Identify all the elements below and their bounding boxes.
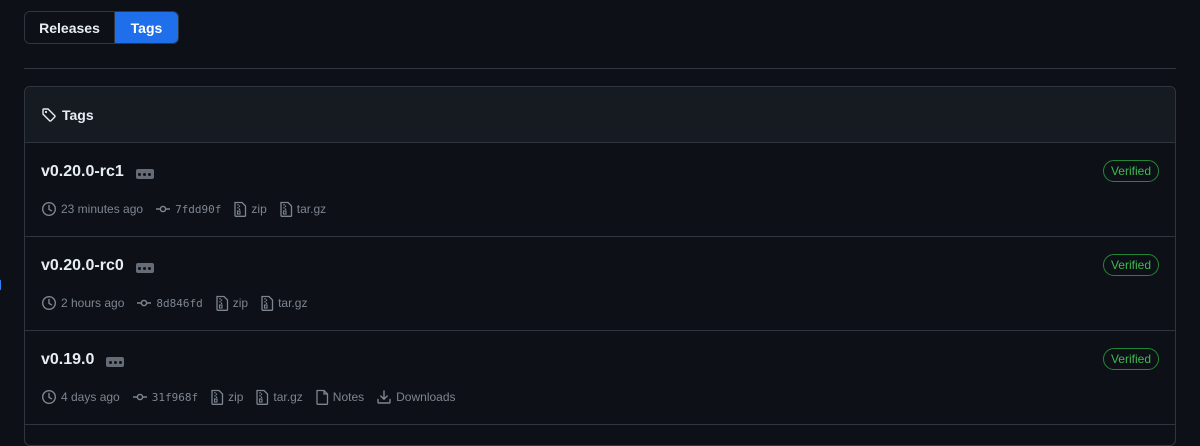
clock-icon [41, 389, 57, 405]
tag-name-link[interactable]: v0.20.0-rc0 [41, 257, 124, 275]
tag-name-link[interactable]: v0.19.0 [41, 351, 94, 369]
tags-box-header: Tags [25, 87, 1175, 143]
zip-label: zip [232, 296, 249, 310]
git-commit-icon [137, 299, 152, 307]
tag-time-text: 2 hours ago [61, 296, 125, 310]
tag-title-line: v0.20.0-rc1 [41, 163, 154, 181]
tag-row: v0.19.0 Verified 4 days ago 31f968f zip … [25, 331, 1175, 425]
tag-meta: 4 days ago 31f968f zip tar.gz Notes Down… [41, 389, 468, 405]
targz-label: tar.gz [296, 202, 327, 216]
verified-badge[interactable]: Verified [1102, 348, 1159, 370]
download-icon [377, 390, 391, 404]
tags-box: Tags v0.20.0-rc1 Verified 23 minutes ago… [24, 86, 1176, 446]
targz-label: tar.gz [273, 390, 303, 404]
release-notes-link[interactable]: Notes [315, 389, 364, 405]
targz-label: tar.gz [278, 296, 308, 310]
commit-sha: 31f968f [151, 390, 199, 404]
git-commit-icon [132, 393, 147, 401]
file-zip-icon [256, 389, 269, 405]
section-divider [24, 68, 1176, 69]
edge-marker [0, 280, 3, 290]
zip-label: zip [228, 390, 244, 404]
expand-ellipsis-button[interactable] [106, 357, 125, 367]
tag-meta: 2 hours ago 8d846fd zip tar.gz [41, 295, 319, 311]
tag-time: 4 days ago [41, 389, 120, 405]
notes-label: Notes [332, 390, 365, 404]
git-commit-icon [156, 205, 171, 213]
targz-download-link[interactable]: tar.gz [279, 201, 326, 217]
downloads-link[interactable]: Downloads [376, 389, 456, 405]
expand-ellipsis-button[interactable] [135, 263, 154, 273]
tag-title-line: v0.19.0 [41, 351, 125, 369]
verified-badge[interactable]: Verified [1102, 254, 1159, 276]
clock-icon [41, 201, 57, 217]
file-zip-icon [211, 389, 224, 405]
commit-link[interactable]: 8d846fd [136, 295, 203, 311]
zip-label: zip [251, 202, 267, 216]
file-zip-icon [280, 201, 292, 217]
tag-time-text: 23 minutes ago [61, 202, 144, 216]
tag-row: v0.20.0-rc0 Verified 2 hours ago 8d846fd… [25, 237, 1175, 331]
zip-download-link[interactable]: zip [210, 389, 243, 405]
tag-time: 23 minutes ago [41, 201, 143, 217]
commit-link[interactable]: 7fdd90f [155, 201, 221, 217]
zip-download-link[interactable]: zip [215, 295, 248, 311]
file-zip-icon [261, 295, 274, 311]
zip-download-link[interactable]: zip [233, 201, 267, 217]
file-icon [316, 389, 328, 405]
file-zip-icon [215, 295, 228, 311]
tag-time: 2 hours ago [41, 295, 124, 311]
tags-box-title: Tags [62, 106, 94, 123]
tag-name-link[interactable]: v0.20.0-rc1 [41, 163, 124, 181]
releases-tags-toggle: Releases Tags [24, 11, 179, 44]
commit-link[interactable]: 31f968f [132, 389, 198, 405]
tag-icon [42, 107, 56, 122]
tags-tab[interactable]: Tags [115, 12, 178, 43]
tag-row: v0.20.0-rc1 Verified 23 minutes ago 7fdd… [25, 143, 1175, 237]
targz-download-link[interactable]: tar.gz [260, 295, 307, 311]
tag-time-text: 4 days ago [61, 390, 120, 404]
releases-tab[interactable]: Releases [25, 12, 115, 43]
expand-ellipsis-button[interactable] [135, 169, 154, 179]
tag-meta: 23 minutes ago 7fdd90f zip tar.gz [41, 201, 338, 217]
tag-title-line: v0.20.0-rc0 [41, 257, 154, 275]
commit-sha: 7fdd90f [175, 202, 222, 216]
file-zip-icon [234, 201, 247, 217]
downloads-label: Downloads [396, 390, 456, 404]
clock-icon [41, 295, 57, 311]
targz-download-link[interactable]: tar.gz [255, 389, 303, 405]
commit-sha: 8d846fd [156, 296, 203, 310]
verified-badge[interactable]: Verified [1102, 160, 1159, 182]
